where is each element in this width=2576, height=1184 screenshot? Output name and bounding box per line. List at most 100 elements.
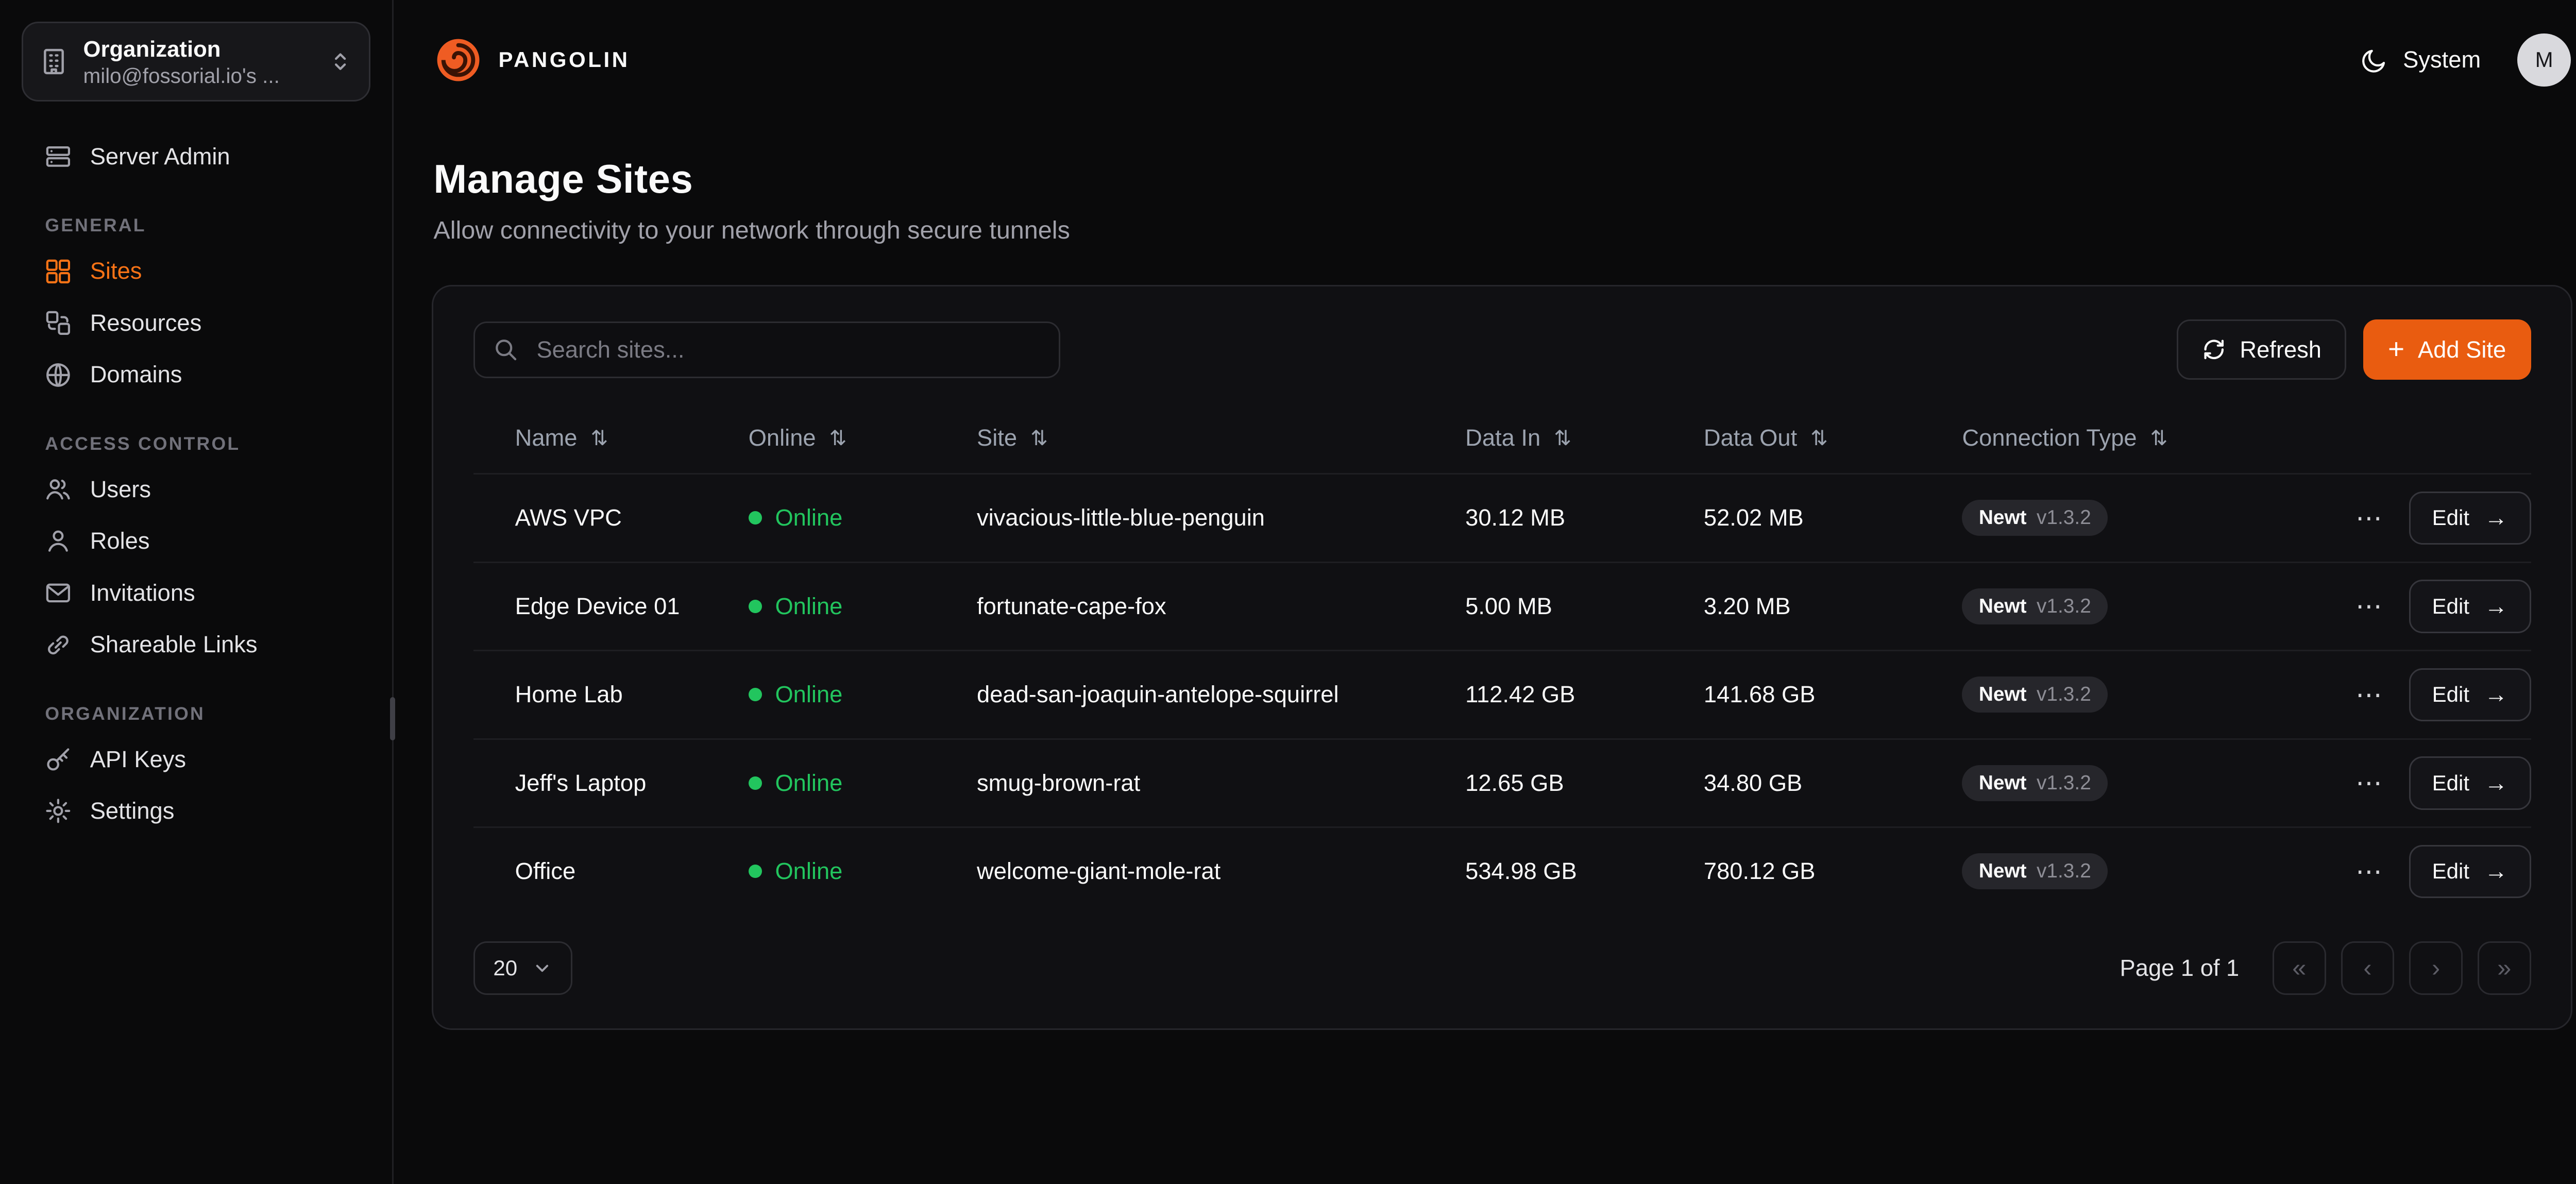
edit-button[interactable]: Edit→ — [2409, 756, 2531, 810]
chevrons-left-icon: « — [2292, 954, 2306, 983]
sites-toolbar: Refresh + Add Site — [473, 319, 2531, 379]
site-slug: dead-san-joaquin-antelope-squirrel — [977, 681, 1465, 708]
column-header-connection-type[interactable]: Connection Type⇅ — [1962, 425, 2281, 451]
connection-badge: Newt v1.3.2 — [1962, 853, 2108, 889]
edit-label: Edit — [2432, 594, 2469, 619]
column-label: Name — [515, 425, 578, 451]
edit-button[interactable]: Edit→ — [2409, 492, 2531, 545]
app-window: Organization milo@fossorial.io's ... Ser… — [0, 0, 2576, 1184]
online-dot-icon — [749, 600, 762, 613]
page-header: Manage Sites Allow connectivity to your … — [394, 120, 2576, 245]
prev-page-button[interactable]: ‹ — [2341, 941, 2395, 995]
page-size-select[interactable]: 20 — [473, 941, 572, 995]
row-actions: ⋯ Edit→ — [2281, 756, 2531, 810]
server-icon — [45, 143, 72, 170]
first-page-button[interactable]: « — [2273, 941, 2326, 995]
edit-button[interactable]: Edit → — [2409, 668, 2531, 722]
sidebar-item-label: Roles — [90, 528, 150, 554]
brand[interactable]: PANGOLIN — [433, 35, 630, 85]
column-header-site[interactable]: Site⇅ — [977, 425, 1465, 451]
edit-button[interactable]: Edit → — [2409, 845, 2531, 899]
sidebar-item-roles[interactable]: Roles — [22, 516, 370, 566]
sidebar-section-general: GENERAL — [22, 215, 370, 236]
sidebar-item-invitations[interactable]: Invitations — [22, 568, 370, 618]
building-icon — [40, 47, 68, 76]
status-label: Online — [775, 593, 842, 620]
sidebar-item-users[interactable]: Users — [22, 464, 370, 514]
client-name: Newt — [1979, 860, 2027, 883]
edit-label: Edit — [2432, 859, 2469, 884]
chevrons-right-icon: » — [2497, 954, 2511, 983]
sidebar-item-label: API Keys — [90, 746, 186, 773]
avatar[interactable]: M — [2517, 33, 2571, 87]
add-site-button[interactable]: + Add Site — [2363, 319, 2531, 379]
column-label: Connection Type — [1962, 425, 2137, 451]
row-menu-button[interactable]: ⋯ — [2349, 499, 2389, 537]
org-selector[interactable]: Organization milo@fossorial.io's ... — [22, 22, 370, 102]
sidebar-item-resources[interactable]: Resources — [22, 298, 370, 348]
site-name: Home Lab — [515, 681, 749, 708]
column-header-data-out[interactable]: Data Out⇅ — [1704, 425, 1962, 451]
connection-badge: Newtv1.3.2 — [1962, 765, 2108, 801]
sidebar-section-organization: ORGANIZATION — [22, 703, 370, 724]
table-row: AWS VPC Online vivacious-little-blue-pen… — [473, 473, 2531, 562]
page-info: Page 1 of 1 — [2120, 955, 2240, 982]
site-name: Office — [515, 858, 749, 885]
data-in-value: 30.12 MB — [1465, 504, 1704, 531]
topbar-right: System M — [2361, 33, 2571, 87]
edit-label: Edit — [2432, 682, 2469, 707]
arrow-right-icon: → — [2484, 504, 2507, 531]
org-selector-label: Organization — [83, 35, 314, 64]
users-icon — [45, 476, 72, 503]
arrow-right-icon: → — [2484, 858, 2507, 885]
sidebar: Organization milo@fossorial.io's ... Ser… — [0, 0, 394, 1184]
sidebar-item-settings[interactable]: Settings — [22, 786, 370, 836]
brand-name: PANGOLIN — [499, 47, 630, 72]
last-page-button[interactable]: » — [2478, 941, 2531, 995]
column-header-name[interactable]: Name⇅ — [515, 425, 749, 451]
column-label: Site — [977, 425, 1017, 451]
column-header-online[interactable]: Online⇅ — [749, 425, 977, 451]
sidebar-item-label: Settings — [90, 798, 175, 824]
sidebar-item-sites[interactable]: Sites — [22, 246, 370, 296]
data-out-value: 52.02 MB — [1704, 504, 1962, 531]
sidebar-scrollbar-thumb[interactable] — [390, 697, 395, 740]
main-content: PANGOLIN System M Manage Sites Allow con… — [394, 0, 2576, 1184]
client-version: v1.3.2 — [2037, 860, 2091, 883]
connection-badge: Newtv1.3.2 — [1962, 500, 2108, 536]
add-site-label: Add Site — [2418, 336, 2506, 363]
column-header-data-in[interactable]: Data In⇅ — [1465, 425, 1704, 451]
sidebar-item-label: Invitations — [90, 580, 195, 606]
theme-toggle[interactable]: System — [2361, 46, 2481, 73]
sort-icon: ⇅ — [1554, 426, 1571, 450]
site-status: Online — [749, 593, 977, 620]
edit-button[interactable]: Edit → — [2409, 580, 2531, 633]
arrow-right-icon: → — [2484, 593, 2507, 620]
page-size-value: 20 — [493, 956, 517, 980]
row-actions: ⋯ Edit → — [2281, 580, 2531, 633]
row-menu-button[interactable]: ⋯ — [2349, 852, 2389, 890]
next-page-button[interactable]: › — [2409, 941, 2463, 995]
client-version: v1.3.2 — [2037, 595, 2091, 618]
key-icon — [45, 746, 72, 773]
sidebar-item-api-keys[interactable]: API Keys — [22, 734, 370, 784]
row-menu-button[interactable]: ⋯ — [2349, 587, 2389, 625]
refresh-button[interactable]: Refresh — [2177, 319, 2347, 379]
chevrons-up-down-icon — [329, 50, 352, 73]
row-menu-button[interactable]: ⋯ — [2349, 764, 2389, 802]
sidebar-item-domains[interactable]: Domains — [22, 350, 370, 400]
sites-table: Name⇅ Online⇅ Site⇅ Data In⇅ Data Out⇅ C… — [473, 403, 2531, 915]
client-name: Newt — [1979, 506, 2027, 529]
site-slug: smug-brown-rat — [977, 770, 1465, 797]
pagination-buttons: « ‹ › » — [2273, 941, 2531, 995]
row-menu-button[interactable]: ⋯ — [2349, 675, 2389, 714]
page-title: Manage Sites — [433, 157, 2571, 202]
sidebar-item-shareable-links[interactable]: Shareable Links — [22, 620, 370, 670]
arrow-right-icon: → — [2484, 770, 2507, 797]
connection-type-cell: Newtv1.3.2 — [1962, 588, 2281, 624]
search-input[interactable] — [533, 334, 1040, 364]
pangolin-logo-icon — [433, 35, 483, 85]
sidebar-item-server-admin[interactable]: Server Admin — [22, 131, 370, 181]
arrow-right-icon: → — [2484, 681, 2507, 708]
chevron-down-icon — [532, 958, 552, 978]
